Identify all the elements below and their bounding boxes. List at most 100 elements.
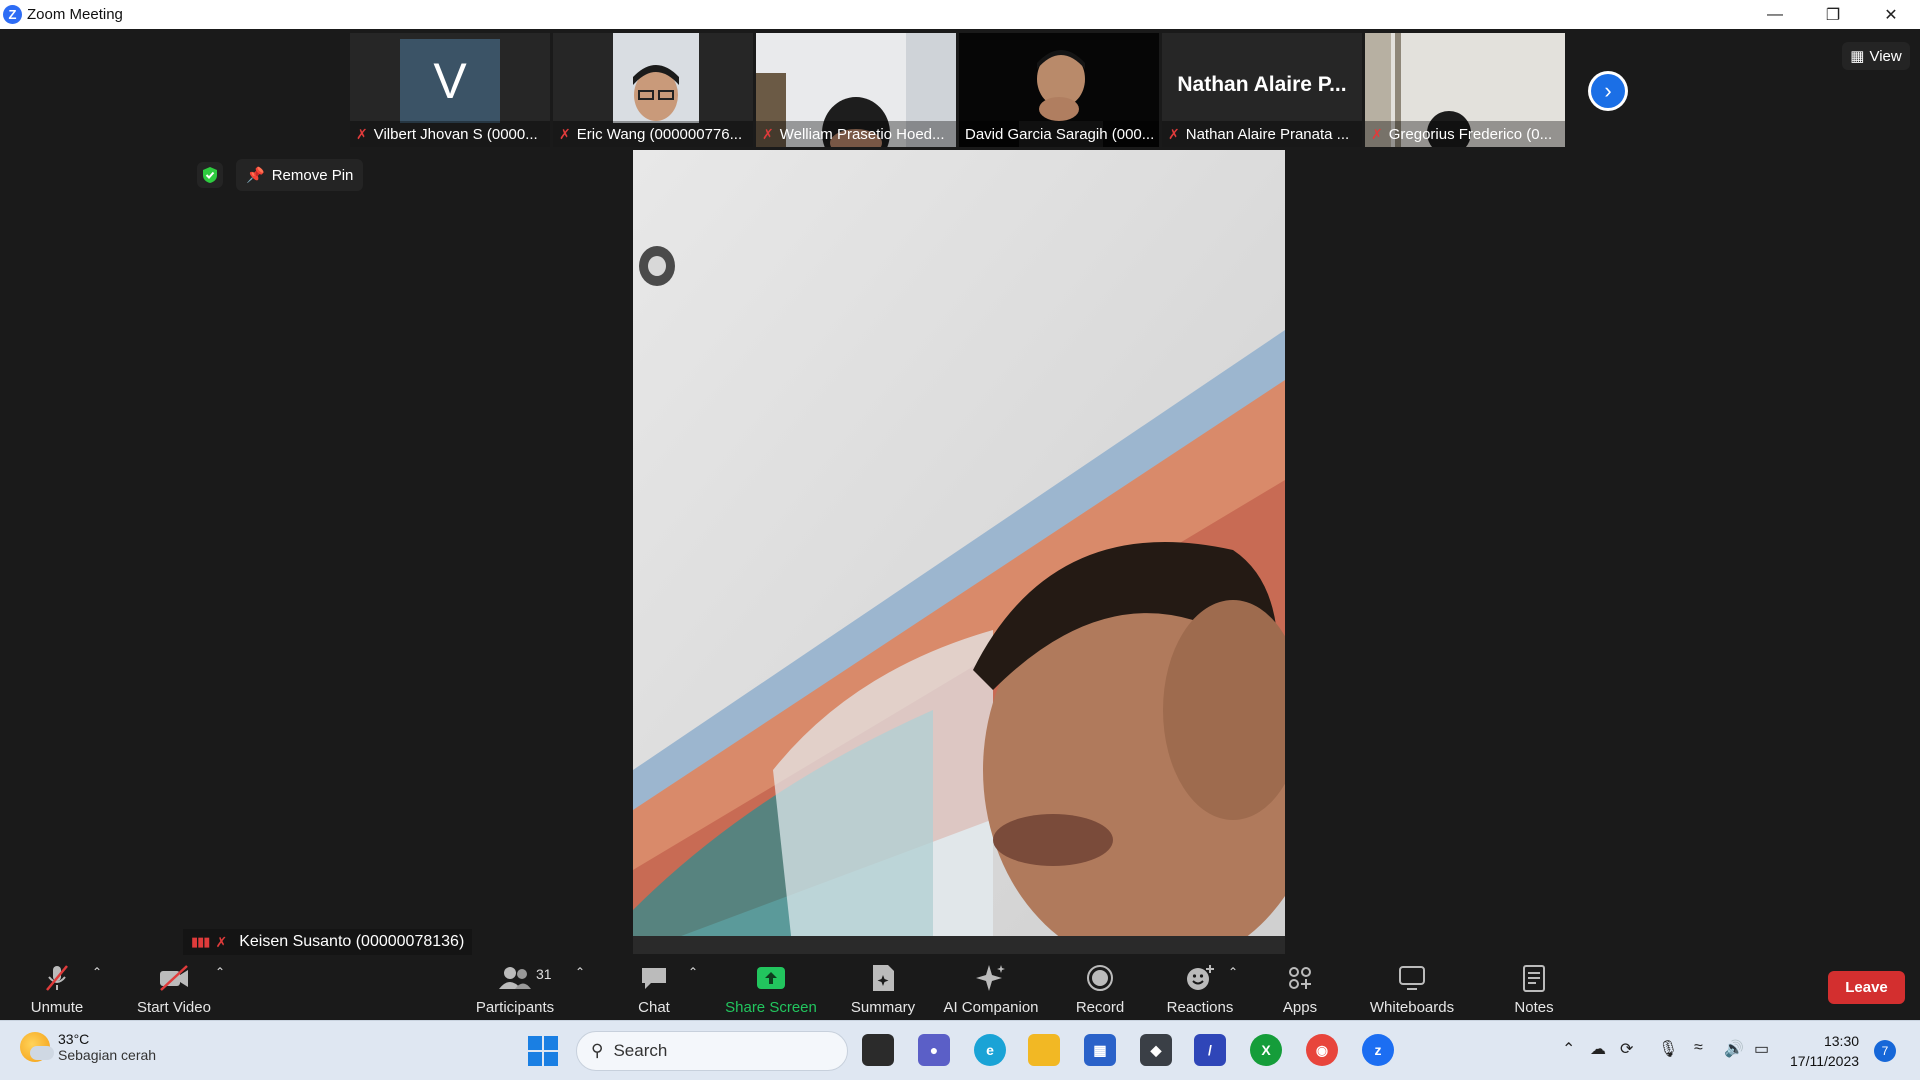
reactions-button[interactable]: Reactions [1164, 957, 1236, 1020]
summary-button[interactable]: Summary [846, 957, 920, 1020]
windows-taskbar: 33°C Sebagian cerah ⚲ Search ● e ▦ ◆ / X… [0, 1020, 1920, 1080]
search-icon: ⚲ [591, 1041, 604, 1060]
smiley-icon [1185, 963, 1215, 993]
visual-studio-code-icon[interactable]: / [1194, 1034, 1226, 1066]
participants-options-caret-icon[interactable]: ⌃ [575, 965, 585, 979]
notes-icon [1521, 963, 1547, 993]
mic-muted-icon: ✗ [762, 125, 774, 142]
participant-tile[interactable]: V ✗ Vilbert Jhovan S (0000... [350, 33, 550, 147]
record-icon [1086, 963, 1114, 993]
windows-start-icon[interactable] [528, 1036, 558, 1066]
ai-companion-button[interactable]: AI Companion [938, 957, 1044, 1020]
zoom-app-icon[interactable]: z [1362, 1034, 1394, 1066]
ai-companion-label: AI Companion [943, 999, 1039, 1016]
reactions-label: Reactions [1166, 999, 1234, 1016]
pin-icon: 📌 [246, 167, 265, 184]
active-speaker-video [633, 150, 1285, 954]
participant-name: Welliam Prasetio Hoed... [779, 125, 945, 143]
zoom-logo-icon: Z [3, 5, 22, 24]
view-button[interactable]: ▦ View [1842, 42, 1910, 70]
teams-chat-icon[interactable]: ● [918, 1034, 950, 1066]
participant-name: Vilbert Jhovan S (0000... [373, 125, 538, 143]
window-title: Zoom Meeting [27, 6, 123, 23]
next-page-button[interactable]: › [1588, 71, 1628, 111]
title-bar: Z Zoom Meeting — ❐ ✕ [0, 0, 1920, 29]
chevron-right-icon: › [1591, 74, 1625, 108]
apps-button[interactable]: Apps [1280, 957, 1320, 1020]
apps-icon [1286, 963, 1314, 993]
mic-muted-icon: ✗ [356, 125, 368, 142]
start-video-button[interactable]: Start Video [134, 957, 214, 1020]
notes-button[interactable]: Notes [1512, 957, 1556, 1020]
taskbar-clock[interactable]: 13:30 17/11/2023 [1790, 1031, 1859, 1071]
sync-icon[interactable]: ⟳ [1620, 1039, 1633, 1059]
microphone-icon[interactable]: 🎙 [1658, 1039, 1678, 1059]
app-cube-icon[interactable]: ◆ [1140, 1034, 1172, 1066]
weather-temp: 33°C [58, 1031, 90, 1047]
participant-tile[interactable]: Nathan Alaire P... ✗ Nathan Alaire Pranat… [1162, 33, 1362, 147]
sparkle-icon [975, 963, 1007, 993]
share-screen-icon [755, 963, 787, 993]
mic-muted-icon: ✗ [559, 125, 571, 142]
shield-check-icon[interactable] [197, 162, 223, 188]
audio-options-caret-icon[interactable]: ⌃ [92, 965, 102, 979]
meeting-area: V ✗ Vilbert Jhovan S (0000... ✗ Eric Wang … [0, 29, 1920, 957]
whiteboards-label: Whiteboards [1369, 999, 1455, 1016]
notes-label: Notes [1514, 999, 1554, 1016]
file-explorer-icon[interactable] [1028, 1034, 1060, 1066]
battery-icon[interactable]: ▭ [1754, 1039, 1769, 1059]
speaker-volume-icon[interactable]: 🔊 [1724, 1039, 1744, 1059]
mic-muted-icon [42, 963, 72, 993]
clock-time: 13:30 [1823, 1033, 1860, 1049]
avatar: V [400, 39, 500, 123]
chat-button[interactable]: Chat [630, 957, 678, 1020]
participant-name: Nathan Alaire Pranata ... [1185, 125, 1350, 143]
onedrive-cloud-icon[interactable]: ☁ [1590, 1039, 1606, 1059]
share-screen-label: Share Screen [725, 999, 817, 1016]
wifi-icon[interactable]: ≈ [1694, 1039, 1703, 1057]
video-options-caret-icon[interactable]: ⌃ [215, 965, 225, 979]
participant-tile[interactable]: ✗ Gregorius Frederico (0... [1365, 33, 1565, 147]
record-label: Record [1075, 999, 1125, 1016]
chrome-icon[interactable]: ◉ [1306, 1034, 1338, 1066]
participant-tile[interactable]: ✗ Eric Wang (000000776... [553, 33, 753, 147]
view-label: View [1869, 47, 1902, 65]
weather-widget[interactable]: 33°C Sebagian cerah [20, 1031, 156, 1063]
remove-pin-button[interactable]: 📌 Remove Pin [236, 159, 364, 191]
restore-button[interactable]: ❐ [1804, 0, 1862, 29]
task-view-icon[interactable] [862, 1034, 894, 1066]
minimize-button[interactable]: — [1746, 0, 1804, 29]
share-screen-button[interactable]: Share Screen [724, 957, 818, 1020]
participants-icon [498, 963, 532, 993]
active-speaker-label: ▮▮▮ ✗ Keisen Susanto (00000078136) [183, 929, 473, 955]
close-button[interactable]: ✕ [1862, 0, 1920, 29]
summary-label: Summary [850, 999, 916, 1016]
notification-badge[interactable]: 7 [1874, 1040, 1896, 1062]
speaker-video-frame [633, 150, 1285, 954]
speaker-name: Keisen Susanto (00000078136) [239, 933, 465, 950]
remove-pin-label: Remove Pin [271, 166, 354, 184]
chat-label: Chat [638, 999, 670, 1016]
chat-options-caret-icon[interactable]: ⌃ [688, 965, 698, 979]
participants-label: Participants [475, 999, 555, 1016]
taskbar-search[interactable]: ⚲ Search [576, 1031, 848, 1071]
video-off-icon [157, 963, 191, 993]
show-hidden-icons-chevron-icon[interactable]: ⌃ [1562, 1039, 1575, 1059]
participant-tile[interactable]: ✗ Welliam Prasetio Hoed... [756, 33, 956, 147]
microsoft-store-icon[interactable]: ▦ [1084, 1034, 1116, 1066]
participant-strip: V ✗ Vilbert Jhovan S (0000... ✗ Eric Wang … [350, 33, 1565, 147]
xbox-icon[interactable]: X [1250, 1034, 1282, 1066]
start-video-label: Start Video [137, 999, 211, 1016]
leave-button[interactable]: Leave [1828, 971, 1905, 1004]
record-button[interactable]: Record [1074, 957, 1126, 1020]
edge-browser-icon[interactable]: e [974, 1034, 1006, 1066]
unmute-button[interactable]: Unmute [24, 957, 90, 1020]
mic-muted-icon: ✗ [1371, 125, 1383, 142]
participant-display-name: Nathan Alaire P... [1177, 73, 1347, 96]
window-controls: — ❐ ✕ [1746, 0, 1920, 29]
whiteboards-button[interactable]: Whiteboards [1366, 957, 1458, 1020]
reactions-options-caret-icon[interactable]: ⌃ [1228, 965, 1238, 979]
participant-tile[interactable]: David Garcia Saragih (000... [959, 33, 1159, 147]
partly-sunny-icon [20, 1032, 54, 1062]
search-placeholder: Search [613, 1041, 668, 1060]
